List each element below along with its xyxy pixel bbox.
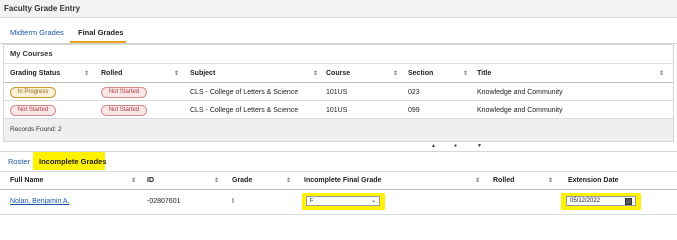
course-cell: 101US xyxy=(326,89,348,96)
column-header-subject[interactable]: Subject xyxy=(190,70,215,77)
page-title: Faculty Grade Entry xyxy=(4,4,81,13)
scroll-up-button[interactable]: ▲ xyxy=(431,143,436,149)
extension-date-input[interactable]: 05/12/2022 xyxy=(566,196,636,206)
page-header: Faculty Grade Entry xyxy=(0,0,677,18)
sort-icon[interactable]: ⇕ xyxy=(475,177,480,184)
scroll-down-button[interactable]: ▼ xyxy=(477,143,482,149)
sort-icon[interactable]: ⇕ xyxy=(659,70,664,77)
column-header-section[interactable]: Section xyxy=(408,70,433,77)
column-header-id[interactable]: ID xyxy=(147,177,154,184)
title-cell: Knowledge and Community xyxy=(477,89,563,96)
course-cell: 101US xyxy=(326,107,348,114)
rolled-badge: Not Started xyxy=(101,105,147,116)
section-cell: 023 xyxy=(408,89,420,96)
column-header-grade[interactable]: Grade xyxy=(232,177,252,184)
column-header-full-name[interactable]: Full Name xyxy=(10,177,43,184)
tab-midterm-grades[interactable]: Midterm Grades xyxy=(10,28,64,37)
column-header-grading-status[interactable]: Grading Status xyxy=(10,70,60,77)
sort-icon[interactable]: ⇕ xyxy=(463,70,468,77)
sort-icon[interactable]: ⇕ xyxy=(286,177,291,184)
section-cell: 099 xyxy=(408,107,420,114)
column-header-course[interactable]: Course xyxy=(326,70,350,77)
sort-icon[interactable]: ⇕ xyxy=(548,177,553,184)
sort-icon[interactable]: ⇕ xyxy=(393,70,398,77)
divider xyxy=(0,214,677,215)
sort-icon[interactable]: ⇕ xyxy=(174,70,179,77)
incomplete-final-grade-select[interactable]: F ⌄ xyxy=(306,196,380,206)
chevron-down-icon: ⌄ xyxy=(370,198,376,204)
status-badge: Not Started xyxy=(10,105,56,116)
sort-icon[interactable]: ⇕ xyxy=(84,70,89,77)
tab-final-grades[interactable]: Final Grades xyxy=(78,28,123,37)
subject-cell: CLS - College of Letters & Science xyxy=(190,107,299,114)
tab-roster[interactable]: Roster xyxy=(8,157,30,166)
rolled-badge: Not Started xyxy=(101,87,147,98)
grade-cell: I xyxy=(232,198,234,205)
status-badge: In Progress xyxy=(10,87,56,98)
tab-incomplete-grades[interactable]: Incomplete Grades xyxy=(39,157,107,166)
date-value: 05/12/2022 xyxy=(570,198,601,204)
column-header-rolled[interactable]: Rolled xyxy=(101,70,122,77)
column-header-incomplete-final-grade[interactable]: Incomplete Final Grade xyxy=(304,177,381,184)
title-cell: Knowledge and Community xyxy=(477,107,563,114)
selected-value: F xyxy=(310,198,314,204)
column-header-rolled[interactable]: Rolled xyxy=(493,177,514,184)
sort-icon[interactable]: ⇕ xyxy=(313,70,318,77)
sort-icon[interactable]: ⇕ xyxy=(214,177,219,184)
subject-cell: CLS - College of Letters & Science xyxy=(190,89,299,96)
column-header-extension-date[interactable]: Extension Date xyxy=(568,177,619,184)
column-header-title[interactable]: Title xyxy=(477,70,491,77)
records-found: Records Found: 2 xyxy=(10,126,62,133)
divider xyxy=(4,63,673,64)
my-courses-heading: My Courses xyxy=(10,49,53,58)
splitter-handle[interactable]: ● xyxy=(454,143,457,149)
records-footer xyxy=(4,119,673,141)
student-name-link[interactable]: Nolan, Benjamin A. xyxy=(10,198,70,205)
calendar-icon[interactable] xyxy=(625,198,632,205)
student-id: -02807601 xyxy=(147,198,181,205)
sort-icon[interactable]: ⇕ xyxy=(131,177,136,184)
divider xyxy=(0,171,677,172)
